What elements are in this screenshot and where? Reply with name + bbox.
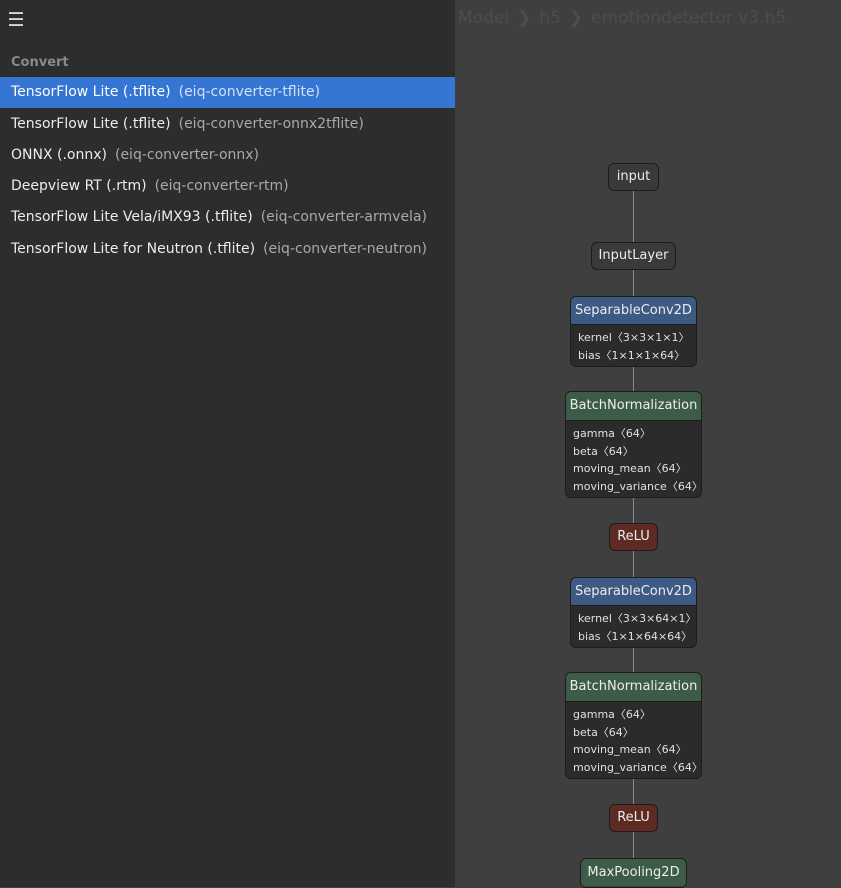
graph-edge bbox=[632, 647, 634, 674]
node-title: SeparableConv2D bbox=[571, 578, 696, 606]
node-title: ReLU bbox=[617, 529, 650, 544]
hamburger-icon[interactable]: ☰ bbox=[6, 9, 26, 31]
graph-node-relu[interactable]: ReLU bbox=[609, 523, 658, 551]
node-title: ReLU bbox=[617, 810, 650, 825]
graph-node-inputlayer[interactable]: InputLayer bbox=[591, 242, 676, 270]
option-label: TensorFlow Lite for Neutron (.tflite) bbox=[11, 241, 256, 257]
node-attribute: beta〈64〉 bbox=[573, 725, 634, 739]
node-attribute: moving_mean〈64〉 bbox=[573, 462, 687, 475]
graph-edge bbox=[632, 778, 634, 805]
converter-option-armvela[interactable]: TensorFlow Lite Vela/iMX93 (.tflite) (eiq… bbox=[0, 202, 455, 233]
node-title: BatchNormalization bbox=[566, 392, 701, 421]
node-attribute: moving_mean〈64〉 bbox=[573, 743, 687, 756]
graph-node-batchnormalization[interactable]: BatchNormalization gamma〈64〉 beta〈64〉 mo… bbox=[565, 391, 702, 498]
option-label: Deepview RT (.rtm) bbox=[11, 178, 147, 194]
node-title: input bbox=[616, 169, 651, 184]
option-label: TensorFlow Lite (.tflite) bbox=[11, 116, 171, 132]
node-attribute: kernel〈3×3×64×1〉 bbox=[578, 612, 697, 625]
node-attributes: gamma〈64〉 beta〈64〉 moving_mean〈64〉 movin… bbox=[566, 702, 702, 778]
node-title: MaxPooling2D bbox=[581, 859, 686, 886]
graph-edge bbox=[632, 497, 634, 524]
converter-option-neutron[interactable]: TensorFlow Lite for Neutron (.tflite) (ei… bbox=[0, 234, 455, 265]
graph-edge bbox=[632, 551, 634, 578]
option-ident: (eiq-converter-onnx) bbox=[114, 147, 260, 163]
graph-edge bbox=[632, 832, 634, 859]
option-ident: (eiq-converter-neutron) bbox=[263, 241, 427, 257]
node-attributes: kernel〈3×3×1×1〉 bias〈1×1×1×64〉 bbox=[571, 325, 696, 366]
node-attribute: gamma〈64〉 bbox=[573, 427, 651, 440]
graph-node-maxpooling2d[interactable]: MaxPooling2D bbox=[580, 858, 687, 888]
node-title: InputLayer bbox=[598, 248, 669, 263]
node-attribute: moving_variance〈64〉 bbox=[573, 479, 702, 493]
option-ident: (eiq-converter-armvela) bbox=[260, 209, 427, 225]
converter-option-rtm[interactable]: Deepview RT (.rtm) (eiq-converter-rtm) bbox=[0, 171, 455, 202]
graph-node-relu[interactable]: ReLU bbox=[609, 804, 658, 832]
option-label: TensorFlow Lite Vela/iMX93 (.tflite) bbox=[11, 209, 253, 225]
graph-node-batchnormalization[interactable]: BatchNormalization gamma〈64〉 beta〈64〉 mo… bbox=[565, 672, 702, 779]
graph-node-separableconv2d[interactable]: SeparableConv2D kernel〈3×3×64×1〉 bias〈1×… bbox=[570, 577, 697, 648]
node-attribute: gamma〈64〉 bbox=[573, 708, 651, 721]
node-attributes: gamma〈64〉 beta〈64〉 moving_mean〈64〉 movin… bbox=[566, 421, 702, 497]
node-attribute: beta〈64〉 bbox=[573, 444, 634, 458]
converter-option-onnx[interactable]: ONNX (.onnx) (eiq-converter-onnx) bbox=[0, 140, 455, 171]
node-title: SeparableConv2D bbox=[571, 297, 696, 325]
node-attributes: kernel〈3×3×64×1〉 bias〈1×1×64×64〉 bbox=[571, 606, 697, 647]
graph-edge bbox=[632, 366, 634, 392]
option-ident: (eiq-converter-rtm) bbox=[154, 178, 289, 194]
section-title: Convert bbox=[11, 55, 69, 70]
graph-edge bbox=[632, 270, 634, 297]
node-title: BatchNormalization bbox=[566, 673, 701, 702]
node-attribute: kernel〈3×3×1×1〉 bbox=[578, 331, 690, 344]
graph-node-input[interactable]: input bbox=[608, 163, 659, 191]
node-attribute: bias〈1×1×64×64〉 bbox=[578, 629, 693, 643]
option-label: ONNX (.onnx) bbox=[11, 147, 107, 163]
converter-option-tflite[interactable]: TensorFlow Lite (.tflite) (eiq-converter-… bbox=[0, 77, 455, 108]
graph-node-separableconv2d[interactable]: SeparableConv2D kernel〈3×3×1×1〉 bias〈1×1… bbox=[570, 296, 697, 367]
option-ident: (eiq-converter-tflite) bbox=[178, 84, 321, 100]
node-attribute: bias〈1×1×1×64〉 bbox=[578, 348, 686, 362]
converter-sidebar: ☰ Convert TensorFlow Lite (.tflite) (eiq-… bbox=[0, 0, 455, 887]
model-graph: input InputLayer SeparableConv2D kernel〈… bbox=[455, 0, 841, 888]
graph-edge bbox=[632, 191, 634, 243]
option-ident: (eiq-converter-onnx2tflite) bbox=[178, 116, 364, 132]
converter-option-onnx2tflite[interactable]: TensorFlow Lite (.tflite) (eiq-converter-… bbox=[0, 109, 455, 140]
option-label: TensorFlow Lite (.tflite) bbox=[11, 84, 171, 100]
node-attribute: moving_variance〈64〉 bbox=[573, 760, 702, 774]
